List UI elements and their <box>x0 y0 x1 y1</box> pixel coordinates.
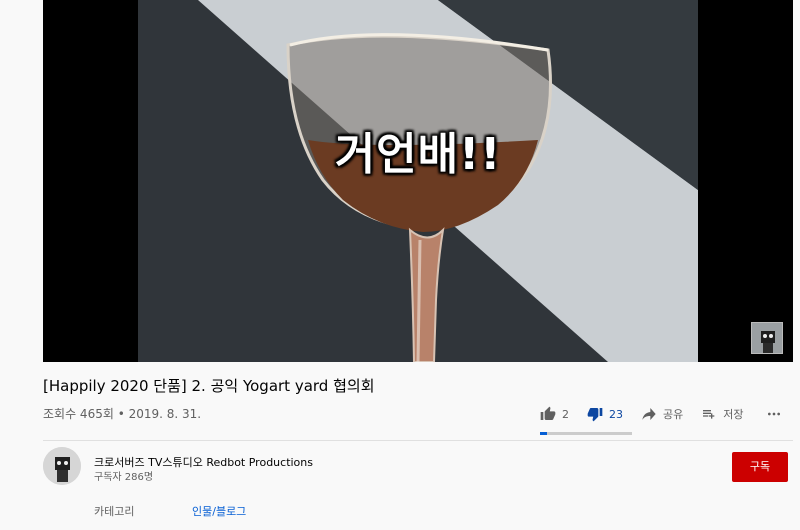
dislike-count: 23 <box>609 407 623 421</box>
category-label: 카테고리 <box>94 505 135 518</box>
subscriber-count: 구독자 286명 <box>94 472 154 483</box>
category-link[interactable]: 인물/블로그 <box>192 503 246 519</box>
more-actions-button[interactable] <box>766 406 782 422</box>
video-title: [Happily 2020 단품] 2. 공익 Yogart yard 협의회 <box>43 377 375 395</box>
more-icon <box>767 412 780 416</box>
playlist-add-icon <box>703 410 715 419</box>
video-caption: 거언배!! <box>334 129 502 180</box>
action-bar: 2 23 공유 저장 <box>540 400 782 428</box>
share-label: 공유 <box>663 408 684 421</box>
upload-date: 2019. 8. 31. <box>128 407 202 421</box>
thumb-up-icon <box>540 406 556 420</box>
thumb-down-icon <box>587 408 603 422</box>
subscribe-button[interactable]: 구독 <box>732 452 788 482</box>
save-button[interactable]: 저장 <box>701 406 744 422</box>
watermark-robot-icon <box>752 323 782 353</box>
divider <box>43 440 793 441</box>
save-label: 저장 <box>723 408 744 421</box>
like-count: 2 <box>562 407 569 421</box>
share-button[interactable]: 공유 <box>641 406 683 422</box>
video-meta: 조회수 465회 • 2019. 8. 31. <box>43 405 201 422</box>
channel-watermark[interactable] <box>751 322 783 354</box>
like-button[interactable]: 2 <box>540 406 569 422</box>
video-player[interactable]: 거언배!! <box>43 0 793 362</box>
video-frame[interactable]: 거언배!! <box>138 0 698 362</box>
robot-avatar-icon <box>43 447 81 485</box>
sentiment-bar <box>540 432 632 435</box>
share-icon <box>642 408 656 420</box>
dislike-button[interactable]: 23 <box>587 406 623 422</box>
meta-separator: • <box>113 407 129 421</box>
sentiment-bar-like-fill <box>540 432 548 435</box>
view-count: 조회수 465회 <box>43 407 114 421</box>
channel-avatar[interactable] <box>43 447 81 485</box>
